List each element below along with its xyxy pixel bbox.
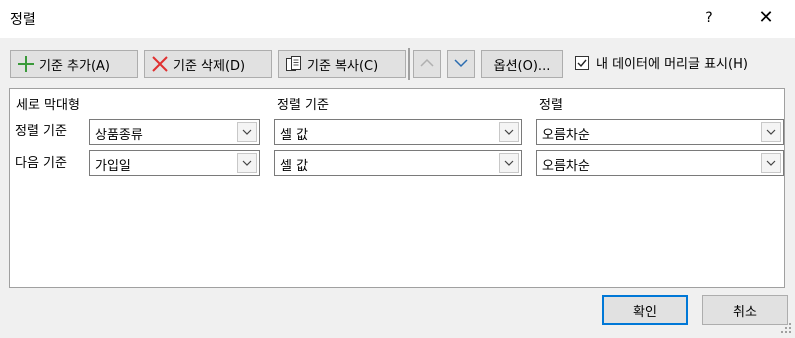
resize-grip-icon[interactable] xyxy=(780,322,792,334)
chevron-down-icon xyxy=(454,57,468,72)
dialog-title: 정렬 xyxy=(10,12,36,28)
chevron-down-icon[interactable] xyxy=(499,122,519,142)
row-label: 정렬 기준 xyxy=(15,124,67,139)
help-button[interactable]: ? xyxy=(698,6,720,30)
sort-levels-grid: 세로 막대형 정렬 기준 정렬 정렬 기준 상품종류 셀 값 오름차순 다음 기… xyxy=(9,88,785,288)
chevron-down-icon[interactable] xyxy=(761,153,781,173)
chevron-down-icon[interactable] xyxy=(237,122,257,142)
options-button[interactable]: 옵션(O)... xyxy=(481,50,563,78)
chevron-up-icon xyxy=(420,57,434,72)
copy-level-label: 기준 복사(C) xyxy=(307,58,379,74)
x-icon xyxy=(151,55,169,73)
copy-icon xyxy=(285,55,303,73)
has-header-checkbox-row[interactable]: 내 데이터에 머리글 표시(H) xyxy=(575,53,748,72)
column-header: 세로 막대형 xyxy=(16,98,80,113)
order-dropdown[interactable]: 오름차순 xyxy=(536,119,784,145)
column-dropdown[interactable]: 상품종류 xyxy=(89,119,260,145)
title-bar: 정렬 ? ✕ xyxy=(0,0,795,38)
column-dropdown[interactable]: 가입일 xyxy=(89,150,260,176)
copy-level-button[interactable]: 기준 복사(C) xyxy=(278,50,406,78)
row-label: 다음 기준 xyxy=(15,156,67,171)
plus-icon xyxy=(17,55,35,73)
column-value: 가입일 xyxy=(95,159,131,174)
options-label: 옵션(O)... xyxy=(493,58,551,74)
move-down-button[interactable] xyxy=(447,50,475,78)
add-level-button[interactable]: 기준 추가(A) xyxy=(10,50,138,78)
sort-on-value: 셀 값 xyxy=(280,128,309,143)
order-value: 오름차순 xyxy=(542,159,590,174)
add-level-label: 기준 추가(A) xyxy=(39,58,111,74)
order-value: 오름차순 xyxy=(542,128,590,143)
has-header-checkbox[interactable] xyxy=(575,55,589,70)
has-header-label: 내 데이터에 머리글 표시(H) xyxy=(596,57,748,72)
order-header: 정렬 xyxy=(539,98,563,113)
column-value: 상품종류 xyxy=(95,128,143,143)
move-up-button[interactable] xyxy=(413,50,441,78)
ok-label: 확인 xyxy=(633,304,657,320)
check-icon xyxy=(577,59,587,67)
toolbar-divider xyxy=(408,48,410,80)
chevron-down-icon[interactable] xyxy=(499,153,519,173)
chevron-down-icon[interactable] xyxy=(761,122,781,142)
sort-on-dropdown[interactable]: 셀 값 xyxy=(274,119,522,145)
delete-level-label: 기준 삭제(D) xyxy=(173,58,246,74)
cancel-label: 취소 xyxy=(733,304,757,320)
close-button[interactable]: ✕ xyxy=(752,6,780,30)
ok-button[interactable]: 확인 xyxy=(602,295,688,325)
cancel-button[interactable]: 취소 xyxy=(702,295,788,325)
delete-level-button[interactable]: 기준 삭제(D) xyxy=(144,50,272,78)
chevron-down-icon[interactable] xyxy=(237,153,257,173)
sort-on-header: 정렬 기준 xyxy=(277,98,329,113)
order-dropdown[interactable]: 오름차순 xyxy=(536,150,784,176)
sort-on-dropdown[interactable]: 셀 값 xyxy=(274,150,522,176)
sort-on-value: 셀 값 xyxy=(280,159,309,174)
